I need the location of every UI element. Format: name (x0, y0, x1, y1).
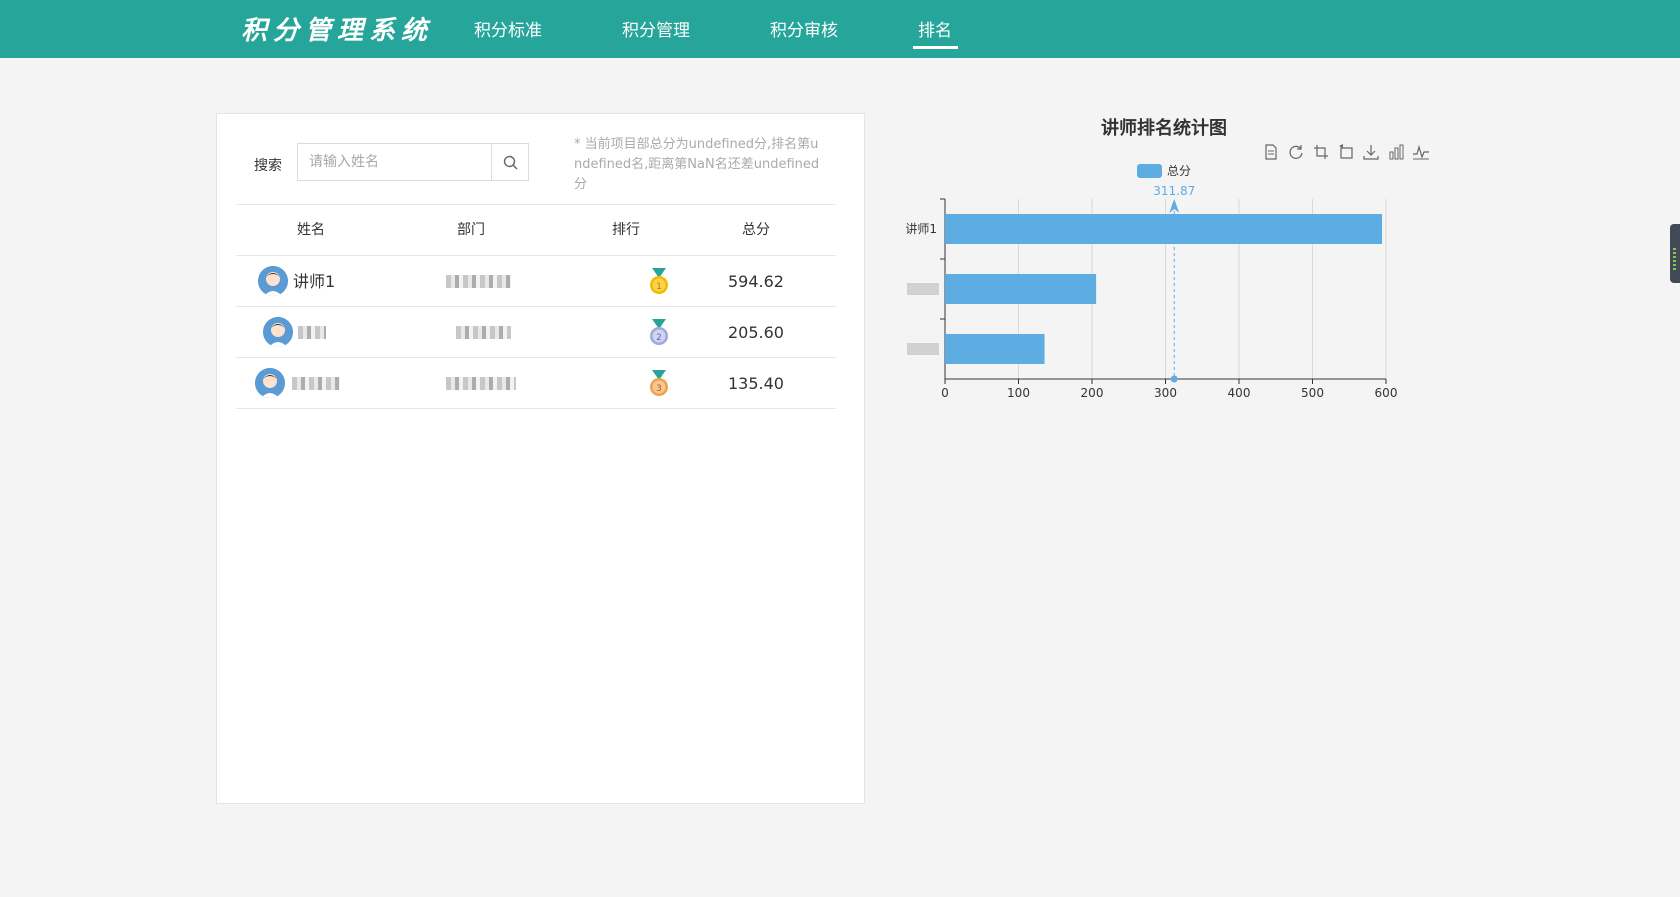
search-label: 搜索 (254, 158, 282, 174)
department-redacted (456, 326, 511, 339)
x-tick-label: 400 (1228, 386, 1251, 400)
score-hint: * 当前项目部总分为undefined分,排名第undefined名,距离第Na… (574, 137, 820, 192)
table-row[interactable]: 讲师1 1 594.62 (236, 256, 836, 307)
col-department: 部门 (457, 222, 485, 238)
search-button[interactable] (491, 143, 529, 181)
x-tick-label: 500 (1301, 386, 1324, 400)
bronze-medal-icon: 3 (650, 370, 668, 396)
ranking-table: 姓名 部门 排行 总分 讲师1 1 594.62 2 205.60 3 135.… (236, 204, 836, 409)
department-redacted (446, 377, 516, 390)
col-rank: 排行 (612, 222, 640, 238)
y-tick-label-redacted (907, 283, 939, 295)
zoom-reset-icon[interactable] (1337, 143, 1355, 161)
department-redacted (446, 275, 511, 288)
top-navbar: 积分管理系统 积分标准 积分管理 积分审核 排名 (0, 0, 1680, 58)
nav-item-ranking[interactable]: 排名 (918, 0, 952, 58)
ranking-card: 搜索 * 当前项目部总分为undefined分,排名第undefined名,距离… (216, 113, 865, 804)
medal-rank-label: 3 (656, 384, 662, 394)
nav-item-management[interactable]: 积分管理 (622, 0, 690, 58)
bar (945, 214, 1383, 244)
bar (945, 334, 1045, 364)
nav-item-review[interactable]: 积分审核 (770, 0, 838, 58)
chart-title: 讲师排名统计图 (1101, 118, 1227, 139)
line-chart-icon[interactable] (1412, 143, 1430, 161)
y-tick-label-redacted (907, 343, 939, 355)
avatar (263, 317, 293, 347)
x-tick-label: 200 (1081, 386, 1104, 400)
zoom-icon[interactable] (1312, 143, 1330, 161)
restore-icon[interactable] (1287, 143, 1305, 161)
bar (945, 274, 1097, 304)
table-row[interactable]: 2 205.60 (236, 307, 836, 358)
average-line-arrow (1169, 199, 1180, 213)
ranking-bar-chart: 0 100 200 300 400 500 600 讲师1 311.87 (905, 184, 1398, 400)
average-line-label: 311.87 (1153, 184, 1195, 198)
medal-rank-label: 2 (656, 333, 662, 343)
active-nav-indicator (913, 46, 958, 49)
table-header: 姓名 部门 排行 总分 (236, 205, 836, 256)
search-input[interactable] (297, 143, 491, 181)
gold-medal-icon: 1 (650, 268, 668, 294)
avatar (255, 368, 285, 398)
search-icon (503, 155, 518, 170)
silver-medal-icon: 2 (650, 319, 668, 345)
average-line-dot (1170, 375, 1178, 383)
nav-item-standard[interactable]: 积分标准 (474, 0, 542, 58)
bar-chart-icon[interactable] (1387, 143, 1405, 161)
row-score: 135.40 (728, 374, 784, 393)
row-score: 205.60 (728, 323, 784, 342)
row-name: 讲师1 (293, 272, 336, 291)
col-score: 总分 (742, 222, 770, 238)
legend-item-total[interactable] (1137, 164, 1162, 178)
medal-rank-label: 1 (656, 282, 662, 292)
legend-label[interactable]: 总分 (1167, 162, 1191, 179)
data-view-icon[interactable] (1262, 143, 1280, 161)
x-tick-label: 300 (1154, 386, 1177, 400)
side-panel-handle[interactable] (1670, 224, 1680, 283)
x-tick-label: 0 (941, 386, 949, 400)
save-image-icon[interactable] (1362, 143, 1380, 161)
app-logo: 积分管理系统 (241, 16, 434, 46)
name-redacted (292, 377, 340, 390)
x-tick-label: 600 (1375, 386, 1398, 400)
row-score: 594.62 (728, 272, 784, 291)
x-tick-label: 100 (1007, 386, 1030, 400)
table-row[interactable]: 3 135.40 (236, 358, 836, 409)
avatar (258, 266, 288, 296)
name-redacted (298, 326, 326, 339)
col-name: 姓名 (297, 222, 325, 238)
y-tick-label: 讲师1 (905, 221, 937, 236)
